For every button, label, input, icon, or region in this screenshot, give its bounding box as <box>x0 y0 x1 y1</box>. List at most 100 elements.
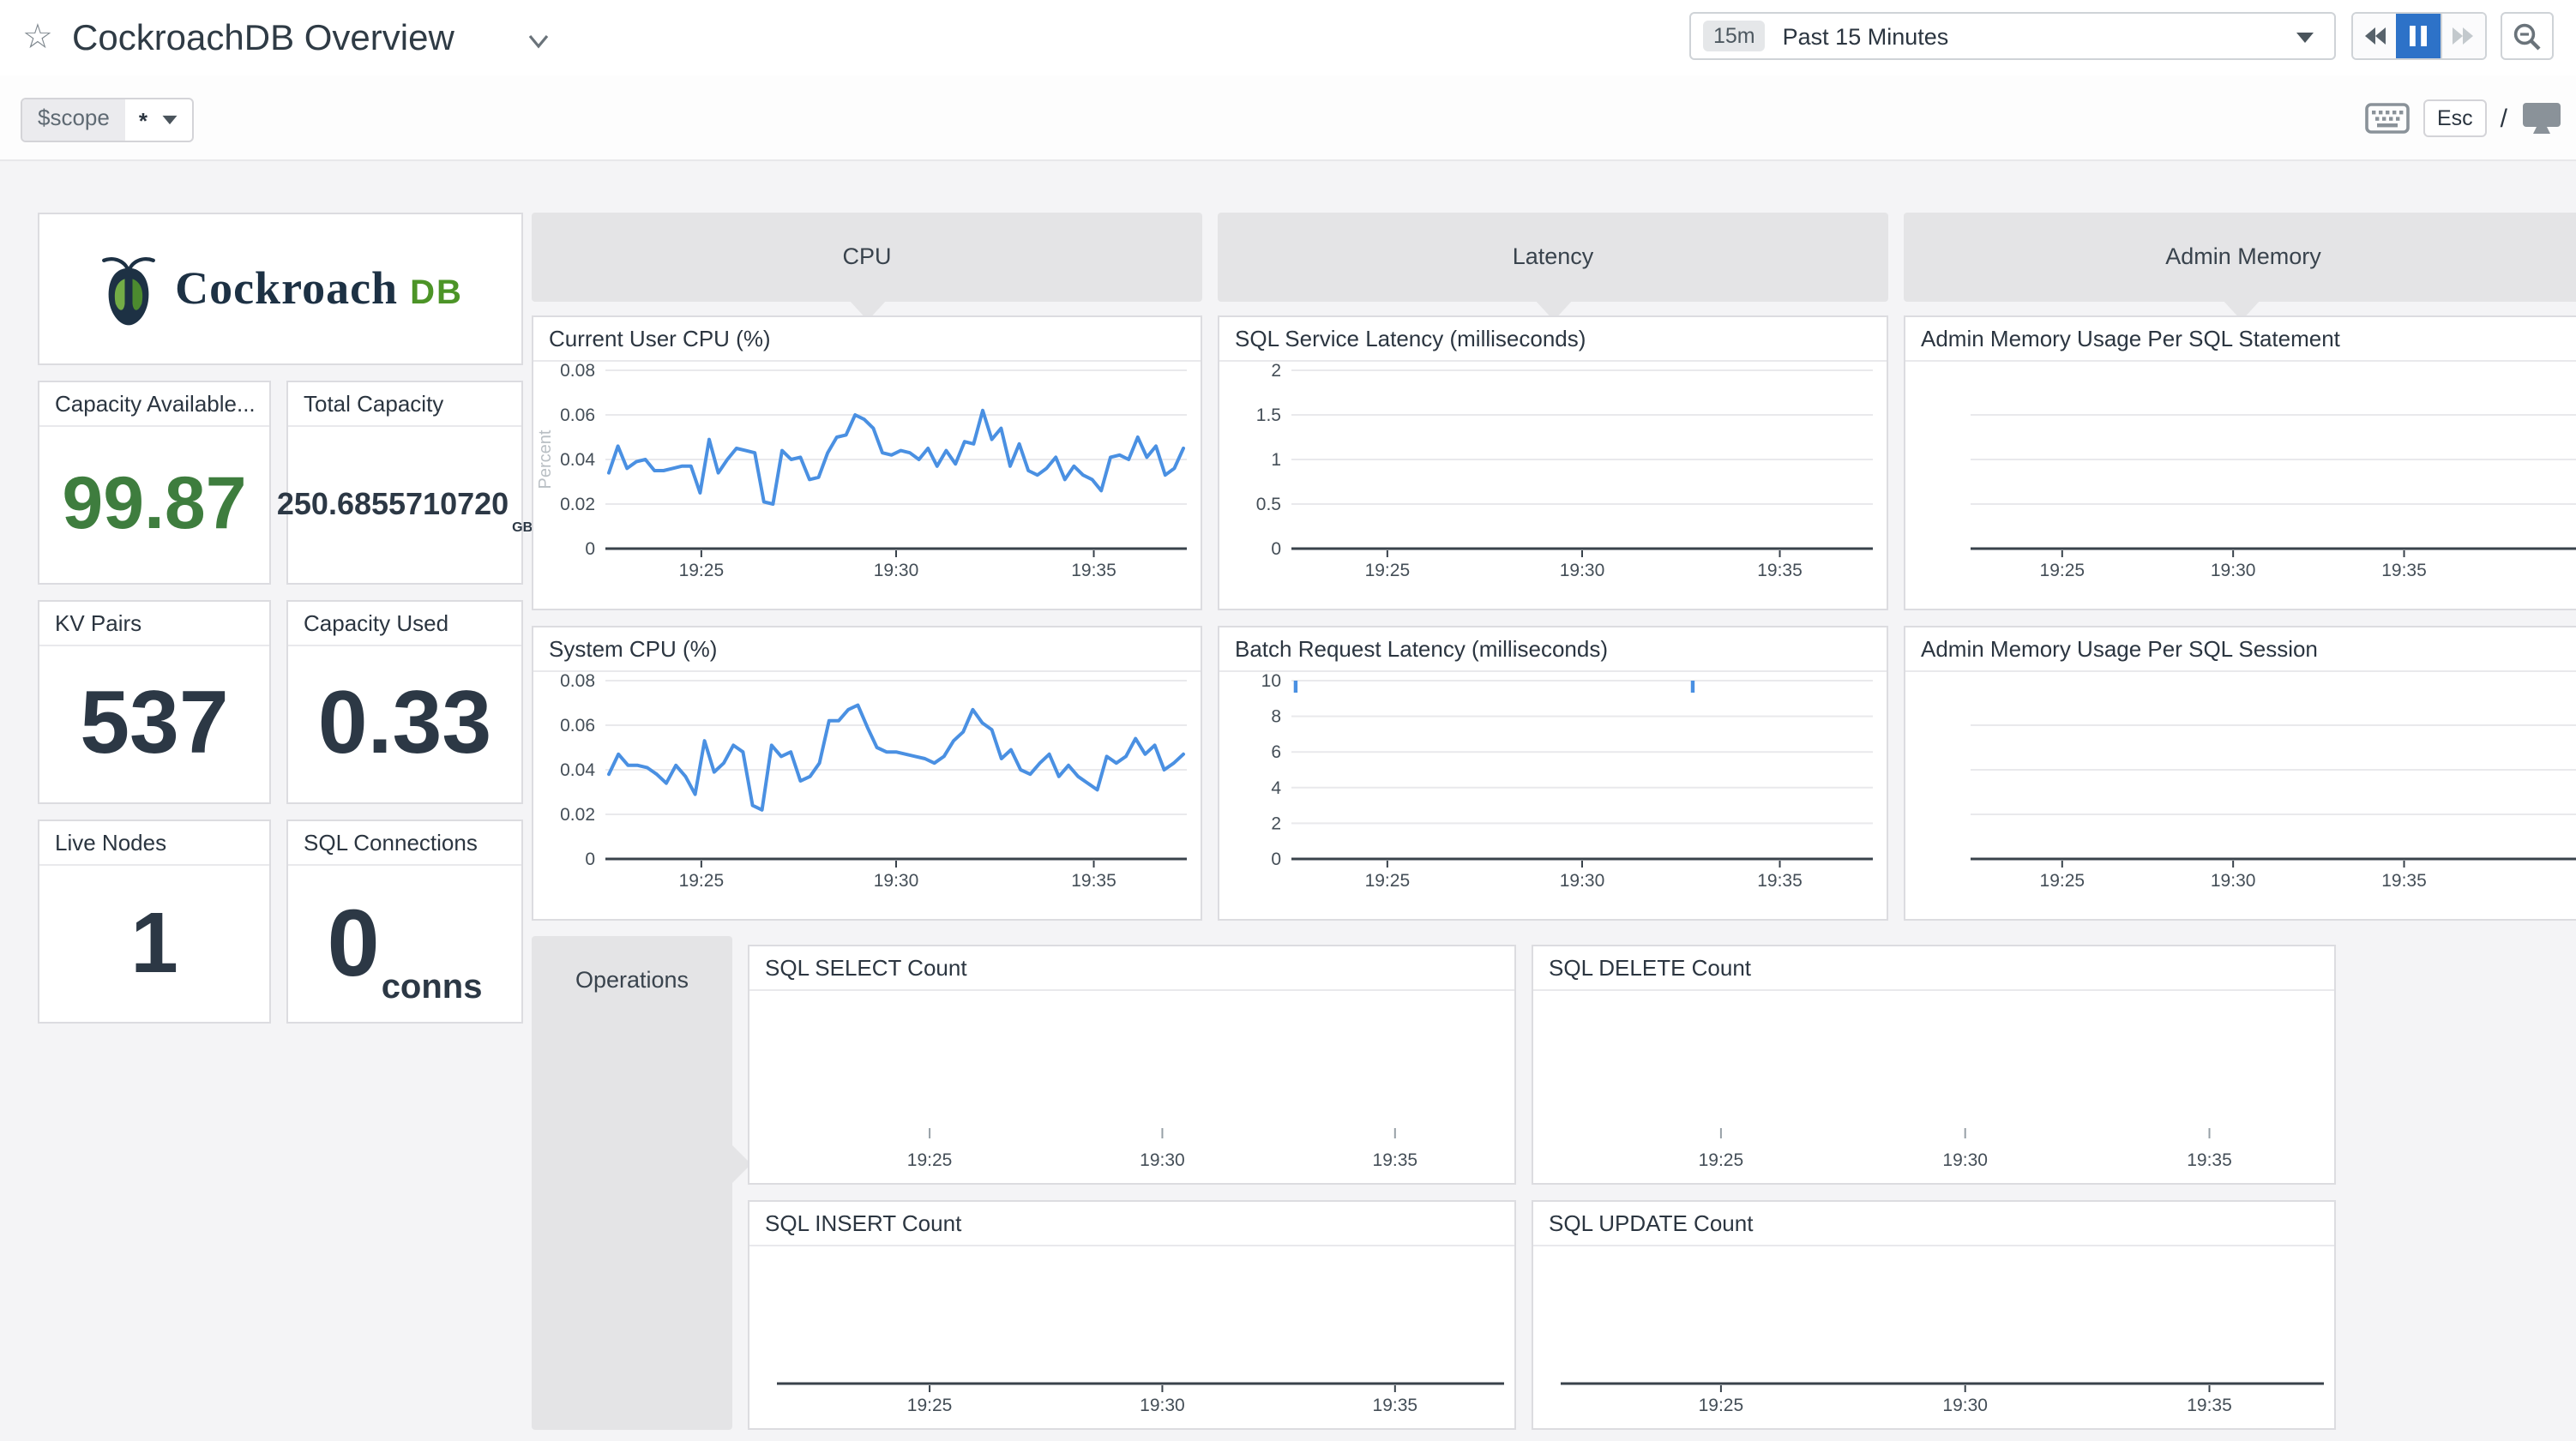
chart-title: Batch Request Latency (milliseconds) <box>1219 627 1887 672</box>
rewind-button[interactable] <box>2353 14 2397 58</box>
group-header-admin-memory[interactable]: Admin Memory <box>1904 213 2576 302</box>
chart-sql-select-count[interactable]: 19:2519:3019:35 <box>749 989 1514 1183</box>
stat-unit: conns <box>382 969 483 1008</box>
fast-forward-button[interactable] <box>2440 14 2485 58</box>
chart-sql-update-count[interactable]: 19:2519:3019:35 <box>1533 1245 2334 1428</box>
svg-text:0.02: 0.02 <box>560 495 595 514</box>
chart-current-user-cpu[interactable]: 00.020.040.060.0819:2519:3019:35Percent <box>533 360 1201 609</box>
stat-value: 0 <box>328 888 380 998</box>
svg-text:19:30: 19:30 <box>1942 1150 1988 1170</box>
svg-text:1: 1 <box>1271 450 1281 470</box>
stat-label: Capacity Available... <box>39 382 269 427</box>
chart-sql-insert-count[interactable]: 19:25 19:30 19:35 <box>749 1245 1514 1428</box>
svg-text:19:25: 19:25 <box>679 871 725 891</box>
stat-unit: GB <box>512 519 533 535</box>
chart-title: SQL INSERT Count <box>749 1202 1514 1246</box>
template-variable-toolbar: $scope * Esc / <box>0 75 2576 161</box>
svg-text:Percent: Percent <box>536 429 555 489</box>
chart-panel-sql-insert-count: SQL INSERT Count 19:25 19:30 19:35 <box>748 1200 1516 1430</box>
zoom-out-button[interactable] <box>2501 12 2554 60</box>
svg-text:19:35: 19:35 <box>2187 1396 2232 1415</box>
group-header-cpu[interactable]: CPU <box>532 213 1202 302</box>
chart-title: Current User CPU (%) <box>533 317 1201 362</box>
stat-label: Total Capacity <box>288 382 521 427</box>
chart-title: SQL UPDATE Count <box>1533 1202 2334 1246</box>
svg-text:8: 8 <box>1271 707 1281 727</box>
svg-text:19:35: 19:35 <box>1071 561 1116 580</box>
fullscreen-monitor-icon[interactable] <box>2521 101 2562 135</box>
svg-text:19:30: 19:30 <box>1560 561 1605 580</box>
group-label: CPU <box>532 213 1202 302</box>
svg-text:0.04: 0.04 <box>560 450 595 470</box>
stat-panel-sql-connections[interactable]: SQL Connections 0conns <box>286 820 523 1024</box>
svg-text:0: 0 <box>1271 539 1281 559</box>
zoom-out-magnifier-icon <box>2513 21 2542 51</box>
chart-sql-delete-count[interactable]: 19:2519:3019:35 <box>1533 989 2334 1183</box>
svg-text:19:35: 19:35 <box>1373 1396 1418 1415</box>
chart-system-cpu[interactable]: 00.020.040.060.0819:2519:3019:35 <box>533 670 1201 919</box>
svg-text:0: 0 <box>585 850 595 869</box>
svg-text:19:35: 19:35 <box>2187 1150 2232 1170</box>
stat-value: 99.87 <box>39 425 269 583</box>
keyboard-shortcuts-icon[interactable] <box>2365 103 2410 134</box>
group-label: Admin Memory <box>1904 213 2576 302</box>
svg-text:4: 4 <box>1271 778 1281 798</box>
svg-text:19:30: 19:30 <box>2211 871 2256 891</box>
fast-forward-icon <box>2452 26 2476 46</box>
svg-text:19:30: 19:30 <box>874 561 919 580</box>
stat-value: 537 <box>39 645 269 802</box>
cockroachdb-logo-panel: Cockroach DB <box>38 213 523 365</box>
chart-panel-sql-service-latency: SQL Service Latency (milliseconds) 00.51… <box>1218 315 1888 610</box>
time-range-badge: 15m <box>1703 21 1766 51</box>
esc-key-hint: Esc <box>2423 99 2487 137</box>
svg-text:10: 10 <box>1261 671 1281 691</box>
svg-text:6: 6 <box>1271 742 1281 762</box>
slash-hint: / <box>2501 104 2507 133</box>
top-header: ☆ CockroachDB Overview 15m Past 15 Minut… <box>0 0 2576 75</box>
svg-text:19:30: 19:30 <box>1560 871 1605 891</box>
stat-panel-capacity-used[interactable]: Capacity Used 0.33 <box>286 600 523 804</box>
svg-text:19:30: 19:30 <box>1140 1396 1185 1415</box>
stat-label: KV Pairs <box>39 602 269 646</box>
svg-text:1.5: 1.5 <box>1256 405 1281 425</box>
chart-panel-current-user-cpu: Current User CPU (%) 00.020.040.060.0819… <box>532 315 1202 610</box>
pause-button[interactable] <box>2397 14 2441 58</box>
group-label: Operations <box>532 936 732 993</box>
group-header-latency[interactable]: Latency <box>1218 213 1888 302</box>
chart-sql-service-latency[interactable]: 00.511.5219:2519:3019:35 <box>1219 360 1887 609</box>
chart-panel-admin-memory-session: Admin Memory Usage Per SQL Session 19:25… <box>1904 626 2576 921</box>
svg-text:19:25: 19:25 <box>2040 561 2085 580</box>
svg-text:19:35: 19:35 <box>2381 871 2427 891</box>
svg-text:0.04: 0.04 <box>560 760 595 780</box>
svg-text:19:30: 19:30 <box>874 871 919 891</box>
stat-panel-total-capacity[interactable]: Total Capacity 250.6855710720GB <box>286 381 523 585</box>
chart-admin-memory-session[interactable]: 19:2519:3019:35 <box>1905 670 2576 919</box>
scope-caret-icon <box>162 116 177 124</box>
stat-panel-capacity-available[interactable]: Capacity Available... 99.87 <box>38 381 271 585</box>
chart-batch-request-latency[interactable]: 024681019:2519:3019:35 <box>1219 670 1887 919</box>
svg-text:0.08: 0.08 <box>560 361 595 381</box>
time-range-selector[interactable]: 15m Past 15 Minutes <box>1689 12 2336 60</box>
svg-text:19:25: 19:25 <box>679 561 725 580</box>
scope-template-variable[interactable]: $scope * <box>21 98 194 142</box>
favorite-star-icon[interactable]: ☆ <box>22 15 53 60</box>
svg-text:19:35: 19:35 <box>1757 871 1803 891</box>
playback-controls <box>2351 12 2487 60</box>
chart-admin-memory-statement[interactable]: 19:2519:3019:35 <box>1905 360 2576 609</box>
group-label: Latency <box>1218 213 1888 302</box>
chart-panel-sql-delete-count: SQL DELETE Count 19:2519:3019:35 <box>1532 945 2336 1185</box>
stat-value: 1 <box>39 864 269 1022</box>
svg-text:19:35: 19:35 <box>1373 1150 1418 1170</box>
svg-text:0.5: 0.5 <box>1256 495 1281 514</box>
title-dropdown-chevron-icon[interactable] <box>527 33 551 50</box>
chart-panel-sql-update-count: SQL UPDATE Count 19:2519:3019:35 <box>1532 1200 2336 1430</box>
dashboard-app: ☆ CockroachDB Overview 15m Past 15 Minut… <box>0 0 2576 1441</box>
stat-panel-kv-pairs[interactable]: KV Pairs 537 <box>38 600 271 804</box>
group-header-operations[interactable]: Operations <box>532 936 732 1430</box>
stat-label: Live Nodes <box>39 821 269 866</box>
stat-panel-live-nodes[interactable]: Live Nodes 1 <box>38 820 271 1024</box>
svg-text:19:25: 19:25 <box>907 1396 953 1415</box>
svg-text:0.06: 0.06 <box>560 405 595 425</box>
brand-suffix: DB <box>410 265 463 313</box>
chart-title: SQL SELECT Count <box>749 946 1514 991</box>
